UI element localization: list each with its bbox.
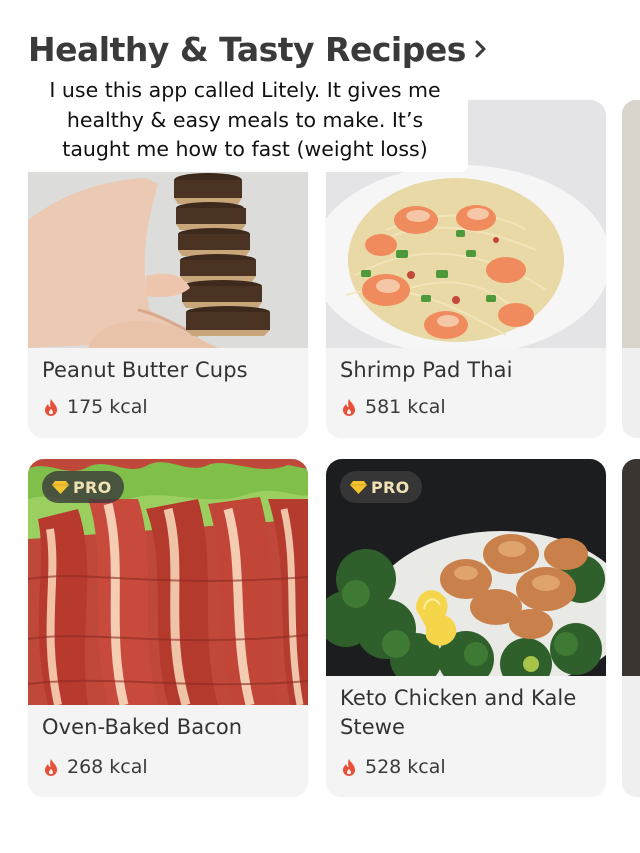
calorie-value: 581 kcal [365,396,446,418]
caption-line: I use this app called Litely. It gives m… [49,78,441,102]
calorie-value: 268 kcal [67,756,148,778]
calorie-row: 528 kcal [342,756,446,778]
flame-icon [44,398,58,416]
bacon-photo: PRO [28,459,308,705]
recipe-card-oven-baked-bacon[interactable]: PRO Oven-Baked Bacon 268 kcal [28,459,308,797]
next-recipe-card-peek[interactable] [622,459,640,797]
next-recipe-photo-peek [622,459,640,676]
recipe-card-keto-chicken-kale[interactable]: PRO Keto Chicken and Kale Stewe 528 kcal [326,459,606,797]
caption-line: healthy & easy meals to make. It’s [66,107,424,132]
recipe-name: Oven-Baked Bacon [42,715,243,739]
flame-icon [342,398,356,416]
calorie-row: 581 kcal [342,396,446,418]
section-title: Healthy & Tasty Recipes [28,29,466,69]
chevron-right-icon[interactable] [474,38,488,60]
calorie-row: 268 kcal [44,756,148,778]
pro-badge: PRO [42,471,124,503]
chicken-kale-photo: PRO [326,459,606,676]
section-header[interactable]: Healthy & Tasty Recipes [28,26,488,72]
recipe-name: Keto Chicken and Kale Stewe [340,686,577,739]
recipe-name: Shrimp Pad Thai [340,358,513,382]
diamond-icon [52,480,69,494]
calorie-row: 175 kcal [44,396,148,418]
calorie-value: 175 kcal [67,396,148,418]
next-recipe-photo-peek [622,100,640,348]
recipes-screen: Healthy & Tasty Recipes I use this app c… [0,0,640,853]
flame-icon [44,758,58,776]
pro-badge: PRO [340,471,422,503]
calorie-value: 528 kcal [365,756,446,778]
diamond-icon [350,480,367,494]
pro-label: PRO [73,477,112,497]
pro-label: PRO [371,477,410,497]
caption-overlay: I use this app called Litely. It gives m… [22,76,468,172]
recipe-name: Peanut Butter Cups [42,358,248,382]
next-recipe-card-peek[interactable] [622,100,640,438]
flame-icon [342,758,356,776]
caption-line: taught me how to fast (weight loss) [62,137,428,161]
